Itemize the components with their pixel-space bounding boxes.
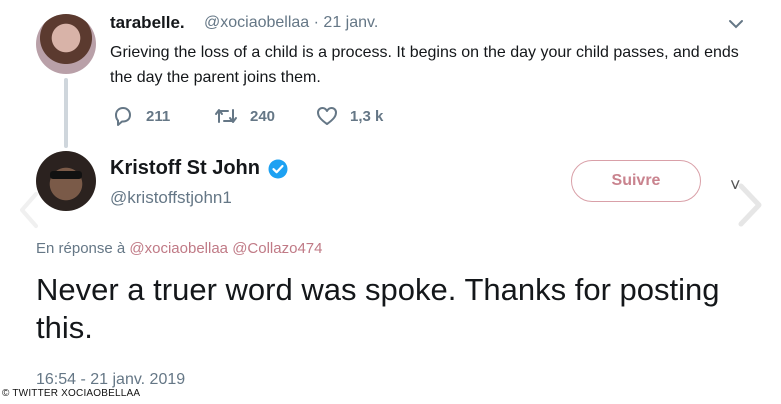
tweet2-handle[interactable]: @kristoffstjohn1 xyxy=(110,188,232,208)
retweet-icon xyxy=(215,109,237,123)
like-button[interactable]: 1,3 k xyxy=(316,104,383,128)
like-icon xyxy=(317,107,337,125)
reply-context: En réponse à @xociaobellaa @Collazo474 xyxy=(36,240,322,257)
verified-badge-icon xyxy=(268,159,288,178)
tweet1-handle-date[interactable]: @xociaobellaa · 21 janv. xyxy=(204,14,378,32)
tweet2-author-name[interactable]: Kristoff St John xyxy=(110,157,260,180)
tweet1-author-name[interactable]: tarabelle. xyxy=(110,13,185,33)
reply-icon xyxy=(115,107,131,126)
tweet2-timestamp[interactable]: 16:54 - 21 janv. 2019 xyxy=(36,371,185,389)
thread-connector-line xyxy=(64,78,68,148)
tweet1-text: Grieving the loss of a child is a proces… xyxy=(110,44,739,86)
sunglasses-graphic xyxy=(50,171,82,179)
tweet2-text: Never a truer word was spoke. Thanks for… xyxy=(36,272,720,345)
tweet2-author-row[interactable]: Kristoff St John xyxy=(110,157,288,180)
reply-prefix: En réponse à xyxy=(36,240,126,257)
follow-button[interactable]: Suivre xyxy=(571,160,701,202)
nav-prev-icon[interactable] xyxy=(14,190,44,230)
avatar-tarabelle[interactable] xyxy=(36,14,96,74)
chevron-down-icon[interactable] xyxy=(727,15,745,33)
reply-mentions[interactable]: @xociaobellaa @Collazo474 xyxy=(129,240,322,257)
avatar-kristoff[interactable] xyxy=(36,151,96,211)
retweet-count: 240 xyxy=(250,107,276,125)
reply-button[interactable]: 211 xyxy=(112,104,170,128)
retweet-button[interactable]: 240 xyxy=(214,104,275,128)
reply-count: 211 xyxy=(146,107,171,125)
nav-next-icon[interactable] xyxy=(735,180,765,230)
photo-credit: © TWITTER XOCIAOBELLAA xyxy=(2,388,141,399)
like-count: 1,3 k xyxy=(350,107,384,125)
